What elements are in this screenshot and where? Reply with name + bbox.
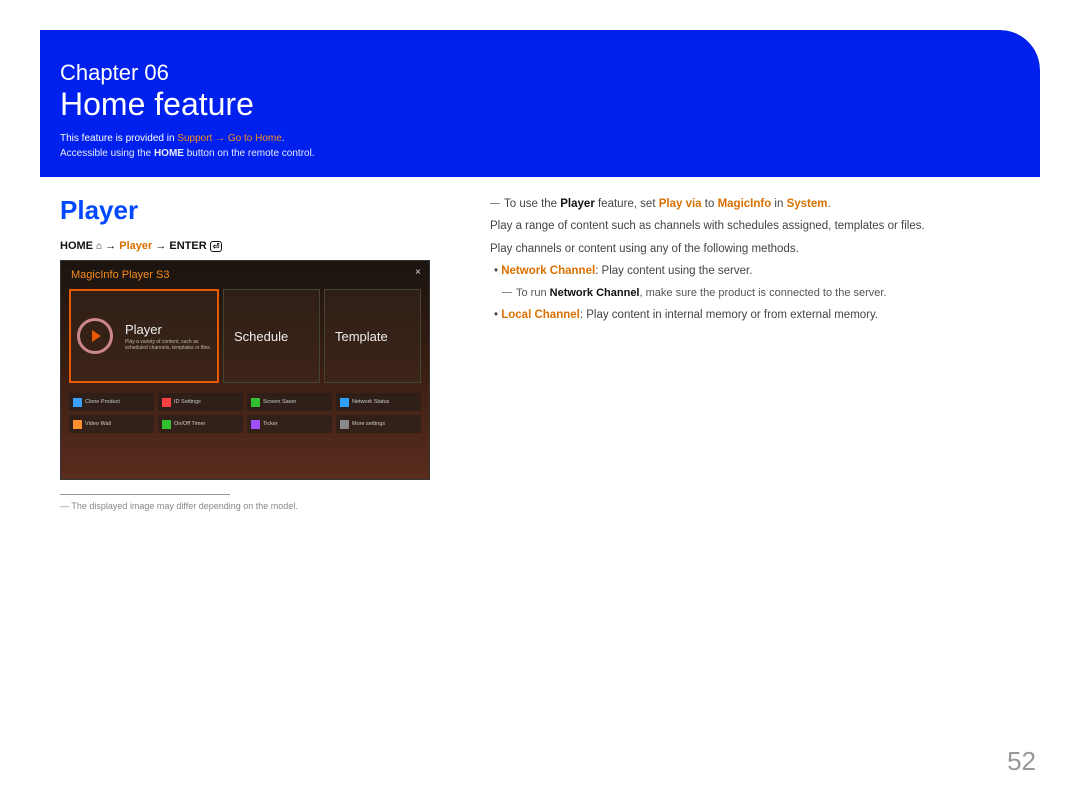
- tile-template-label: Template: [335, 329, 420, 344]
- note-player-feature: To use the Player feature, set Play via …: [490, 195, 1020, 213]
- section-title: Player: [60, 195, 460, 226]
- disclaimer-body: The displayed image may differ depending…: [71, 501, 297, 511]
- more-settings-icon: [340, 420, 349, 429]
- page-number: 52: [1007, 746, 1036, 777]
- page-container: Chapter 06 Home feature This feature is …: [40, 30, 1040, 531]
- support-suffix: .: [282, 133, 285, 144]
- accessible-prefix: Accessible using the: [60, 148, 154, 159]
- bc-enter: ENTER: [169, 240, 206, 252]
- support-arrow: →: [212, 133, 228, 144]
- grid-ticker[interactable]: Ticker: [247, 415, 332, 433]
- grid-more-settings[interactable]: More settings: [336, 415, 421, 433]
- tile-schedule-label: Schedule: [234, 329, 319, 344]
- grid-video-wall[interactable]: Video Wall: [69, 415, 154, 433]
- right-column: To use the Player feature, set Play via …: [490, 195, 1020, 511]
- accessible-text: Accessible using the HOME button on the …: [60, 148, 1020, 159]
- goto-home-link: Go to Home: [228, 133, 282, 144]
- grid-label: Screen Saver: [263, 399, 296, 405]
- t: .: [828, 198, 831, 210]
- close-icon[interactable]: ×: [415, 267, 421, 278]
- disclaimer-text: ― The displayed image may differ dependi…: [60, 501, 460, 511]
- nav-breadcrumb: HOME ⌂ → Player → ENTER ⏎: [60, 240, 460, 252]
- bullet-text: : Play content using the server.: [595, 265, 752, 277]
- bc-player: Player: [119, 240, 152, 252]
- app-title: MagicInfo Player S3: [61, 261, 429, 289]
- screen-saver-icon: [251, 398, 260, 407]
- system-link: System: [787, 198, 828, 210]
- t-bold: Network Channel: [550, 287, 640, 299]
- grid-network-status[interactable]: Network Status: [336, 393, 421, 411]
- chapter-title: Home feature: [60, 86, 1020, 123]
- timer-icon: [162, 420, 171, 429]
- settings-grid: Clone Product ID Settings Screen Saver N…: [61, 383, 429, 441]
- tile-template[interactable]: Template: [324, 289, 421, 383]
- left-column: Player HOME ⌂ → Player → ENTER ⏎ MagicIn…: [60, 195, 460, 511]
- t: to: [702, 198, 718, 210]
- grid-label: Clone Product: [85, 399, 120, 405]
- local-channel-label: Local Channel: [501, 309, 580, 321]
- t: , make sure the product is connected to …: [640, 287, 887, 299]
- grid-label: Video Wall: [85, 421, 111, 427]
- t: To run: [516, 287, 550, 299]
- grid-label: On/Off Timer: [174, 421, 205, 427]
- bullet-text: : Play content in internal memory or fro…: [580, 309, 878, 321]
- bc-arrow-2: →: [152, 240, 169, 252]
- tile-schedule[interactable]: Schedule: [223, 289, 320, 383]
- bullet-local-channel: Local Channel: Play content in internal …: [504, 306, 1020, 324]
- clone-product-icon: [73, 398, 82, 407]
- accessible-suffix: button on the remote control.: [184, 148, 315, 159]
- support-link: Support: [177, 133, 212, 144]
- home-button-label: HOME: [154, 148, 184, 159]
- tile-player[interactable]: Player Play a variety of content, such a…: [69, 289, 219, 383]
- content-area: Player HOME ⌂ → Player → ENTER ⏎ MagicIn…: [40, 177, 1040, 531]
- grid-label: ID Settings: [174, 399, 201, 405]
- main-tiles: Player Play a variety of content, such a…: [61, 289, 429, 383]
- desc-p1: Play a range of content such as channels…: [490, 217, 1020, 235]
- grid-clone-product[interactable]: Clone Product: [69, 393, 154, 411]
- support-path-text: This feature is provided in Support → Go…: [60, 133, 1020, 144]
- t: in: [771, 198, 786, 210]
- grid-label: Ticker: [263, 421, 278, 427]
- grid-label: Network Status: [352, 399, 389, 405]
- grid-id-settings[interactable]: ID Settings: [158, 393, 243, 411]
- enter-icon: ⏎: [210, 241, 223, 252]
- magicinfo-link: MagicInfo: [718, 198, 772, 210]
- dash-icon: [490, 203, 500, 204]
- ticker-icon: [251, 420, 260, 429]
- chapter-number: Chapter 06: [60, 60, 1020, 86]
- id-settings-icon: [162, 398, 171, 407]
- bc-home: HOME: [60, 240, 93, 252]
- t-bold: Player: [560, 198, 595, 210]
- grid-label: More settings: [352, 421, 385, 427]
- divider: [60, 494, 230, 495]
- desc-p2: Play channels or content using any of th…: [490, 240, 1020, 258]
- grid-onoff-timer[interactable]: On/Off Timer: [158, 415, 243, 433]
- sub-note-network: To run Network Channel, make sure the pr…: [516, 285, 1020, 303]
- tile-player-sub: Play a variety of content, such as sched…: [125, 339, 217, 351]
- dash-icon: ―: [60, 501, 71, 511]
- bc-arrow-1: →: [105, 240, 119, 252]
- dash-icon: [502, 292, 512, 293]
- t: To use the: [504, 198, 560, 210]
- tile-player-label: Player: [125, 322, 217, 337]
- support-prefix: This feature is provided in: [60, 133, 177, 144]
- video-wall-icon: [73, 420, 82, 429]
- t: feature, set: [595, 198, 659, 210]
- chapter-header: Chapter 06 Home feature This feature is …: [40, 30, 1040, 177]
- network-status-icon: [340, 398, 349, 407]
- play-icon: [77, 318, 113, 354]
- play-via-link: Play via: [659, 198, 702, 210]
- network-channel-label: Network Channel: [501, 265, 595, 277]
- player-screenshot: MagicInfo Player S3 × Player Play a vari…: [60, 260, 430, 480]
- home-icon: ⌂: [96, 241, 102, 252]
- bullet-network-channel: Network Channel: Play content using the …: [504, 262, 1020, 280]
- grid-screen-saver[interactable]: Screen Saver: [247, 393, 332, 411]
